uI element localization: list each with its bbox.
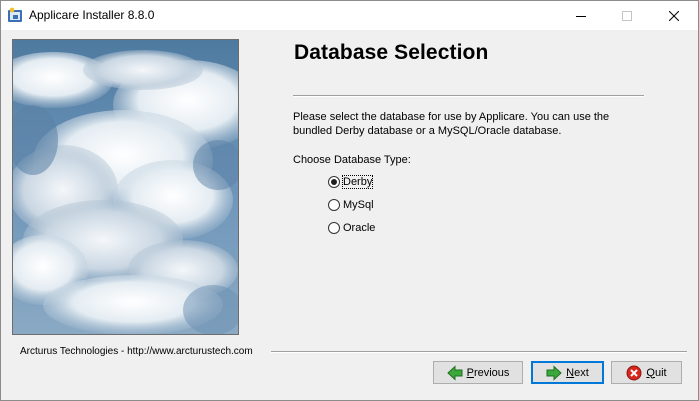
close-icon	[669, 10, 679, 21]
window-title: Applicare Installer 8.8.0	[29, 8, 155, 22]
radio-option-oracle[interactable]: Oracle	[328, 219, 375, 237]
maximize-icon	[622, 10, 632, 21]
page-title: Database Selection	[294, 41, 489, 64]
previous-button[interactable]: Previous	[433, 361, 523, 384]
radio-button-derby[interactable]	[328, 176, 340, 188]
close-button[interactable]	[651, 1, 697, 30]
installer-app-icon[interactable]	[7, 7, 23, 23]
next-button[interactable]: Next	[531, 361, 604, 384]
minimize-icon	[576, 15, 586, 17]
arrow-left-icon	[446, 364, 463, 381]
arrow-right-icon	[546, 364, 562, 381]
radio-button-oracle[interactable]	[328, 222, 340, 234]
previous-label: Previous	[466, 366, 510, 379]
quit-button[interactable]: Quit	[611, 361, 682, 384]
sky-clouds-image	[12, 39, 239, 335]
quit-label: Quit	[646, 366, 667, 379]
footer-company-text: Arcturus Technologies - http://www.arctu…	[20, 346, 257, 357]
title-divider	[293, 95, 644, 97]
title-bar[interactable]: Applicare Installer 8.8.0	[1, 1, 698, 30]
radio-label-mysql[interactable]: MySql	[343, 199, 374, 211]
installer-window: Applicare Installer 8.8.0 Database Selec…	[0, 0, 699, 401]
wizard-content: Database Selection Please select the dat…	[1, 30, 698, 400]
radio-option-mysql[interactable]: MySql	[328, 196, 374, 214]
footer-divider	[271, 351, 687, 353]
page-description: Please select the database for use by Ap…	[293, 111, 610, 137]
next-label: Next	[566, 366, 589, 379]
maximize-button[interactable]	[604, 1, 650, 30]
radio-option-derby[interactable]: Derby	[328, 173, 374, 191]
radio-label-derby[interactable]: Derby	[341, 175, 374, 189]
radio-button-mysql[interactable]	[328, 199, 340, 211]
quit-x-icon	[626, 365, 642, 381]
minimize-button[interactable]	[558, 1, 604, 30]
choose-database-label: Choose Database Type:	[293, 154, 411, 166]
radio-label-oracle[interactable]: Oracle	[343, 222, 375, 234]
